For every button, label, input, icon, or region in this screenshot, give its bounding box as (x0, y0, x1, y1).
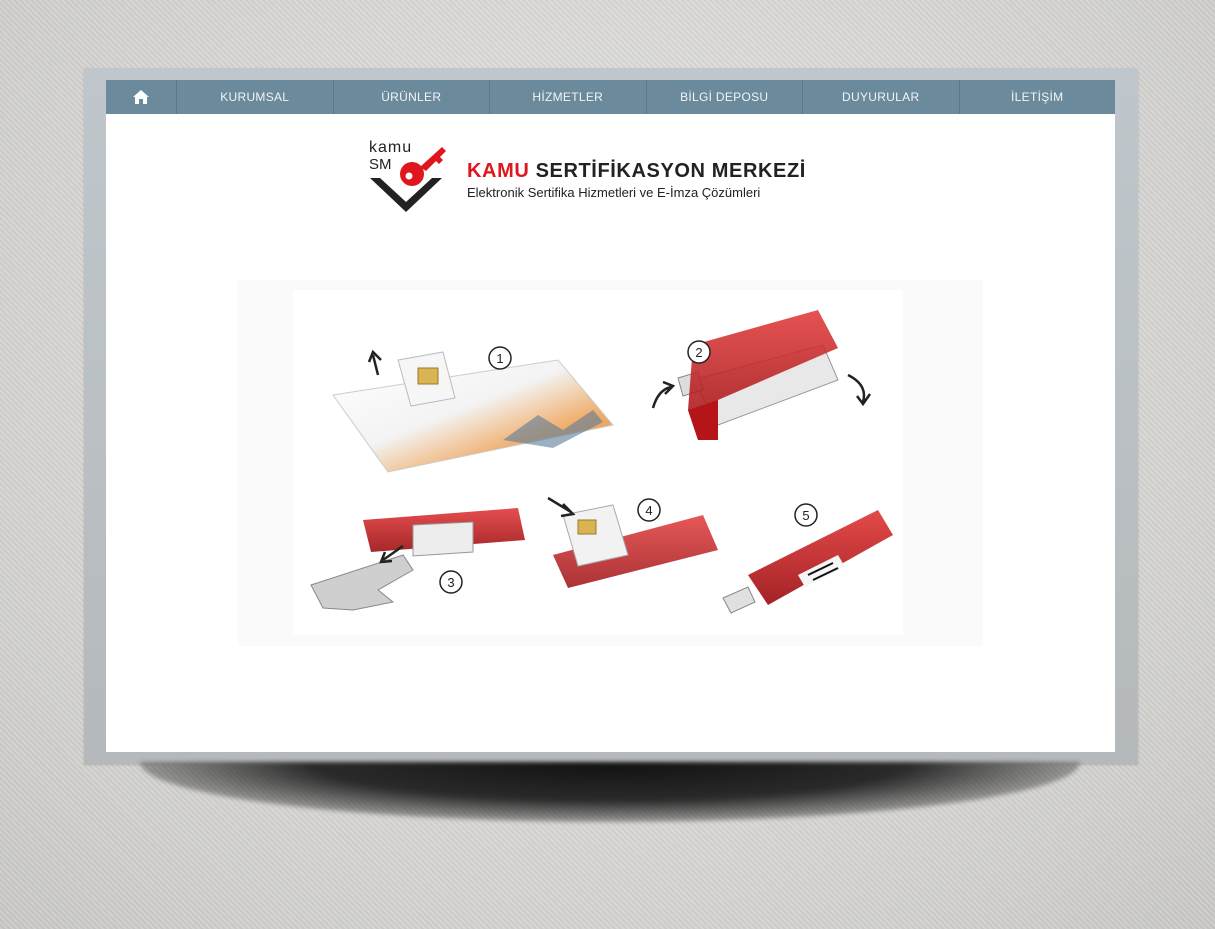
logo-subtitle: Elektronik Sertifika Hizmetleri ve E-İmz… (467, 185, 761, 200)
step4-insert-chip (547, 496, 718, 588)
step-number-4-label: 4 (645, 503, 652, 518)
web-page: KURUMSAL ÜRÜNLER HİZMETLER BİLGİ DEPOSU … (106, 80, 1115, 752)
nav-item-iletisim[interactable]: İLETİŞİM (960, 80, 1116, 114)
home-icon (133, 90, 149, 104)
nav-item-bilgi-deposu[interactable]: BİLGİ DEPOSU (647, 80, 803, 114)
site-logo[interactable]: kamu SM KAMU SERTİFİKASYON MERKEZİ Elekt… (366, 139, 866, 230)
step-number-1-label: 1 (496, 351, 503, 366)
key-emblem-icon (370, 147, 446, 212)
nav-item-hizmetler[interactable]: HİZMETLER (490, 80, 647, 114)
step2-usb-token (651, 310, 872, 440)
step-number-5: 5 (794, 503, 818, 527)
step1-smart-card (332, 349, 614, 473)
frame-shadow (140, 762, 1080, 822)
nav-home[interactable] (106, 80, 177, 114)
step-number-3-label: 3 (447, 575, 454, 590)
usb-token-illustration: 1 2 3 4 5 (238, 280, 983, 646)
nav-item-duyurular[interactable]: DUYURULAR (803, 80, 960, 114)
step-number-3: 3 (439, 570, 463, 594)
step3-usb-token-tray (310, 508, 525, 611)
illustration-canvas: 1 2 3 4 5 (293, 290, 903, 635)
step-number-1: 1 (488, 346, 512, 370)
step-number-4: 4 (637, 498, 661, 522)
logo-title-highlight: KAMU (467, 160, 530, 182)
main-nav: KURUMSAL ÜRÜNLER HİZMETLER BİLGİ DEPOSU … (106, 80, 1115, 114)
nav-item-kurumsal[interactable]: KURUMSAL (177, 80, 334, 114)
nav-item-urunler[interactable]: ÜRÜNLER (334, 80, 490, 114)
logo-title: KAMU SERTİFİKASYON MERKEZİ (467, 160, 806, 183)
step-number-5-label: 5 (802, 508, 809, 523)
token-steps-drawing: 1 2 3 4 5 (310, 310, 893, 614)
step-number-2-label: 2 (695, 345, 702, 360)
logo-title-rest: SERTİFİKASYON MERKEZİ (535, 160, 806, 182)
step-number-2: 2 (687, 340, 711, 364)
